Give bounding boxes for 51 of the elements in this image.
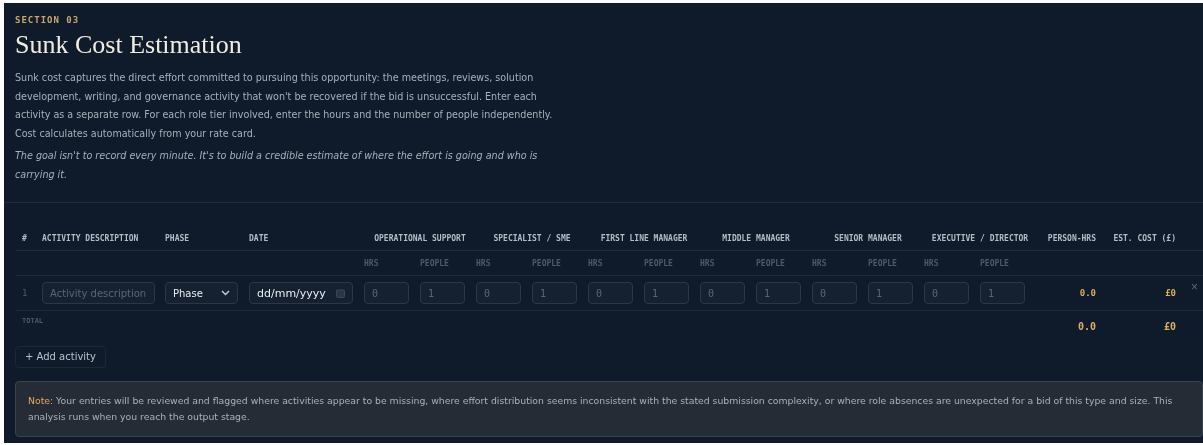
- column-header: PHASE: [165, 234, 191, 243]
- section-label: SECTION 03: [15, 15, 81, 25]
- subcolumn-header: PEOPLE: [420, 258, 450, 268]
- phase-dropdown[interactable]: Phase: [165, 282, 238, 304]
- add-activity-button[interactable]: + Add activity: [15, 345, 106, 368]
- subcolumn-header: HRS: [924, 258, 940, 268]
- column-header: PERSON-HRS: [1047, 234, 1096, 243]
- column-header: DATE: [249, 234, 270, 243]
- subcolumn-header: HRS: [700, 258, 716, 268]
- column-header: #: [21, 234, 28, 243]
- column-header: OPERATIONAL SUPPORT: [374, 234, 466, 243]
- section-title: Sunk Cost Estimation: [15, 30, 243, 60]
- subcolumn-header: PEOPLE: [644, 258, 674, 268]
- person-hours-value: 0.0: [1079, 288, 1096, 298]
- people-field[interactable]: 1: [868, 282, 913, 304]
- subcolumn-header: HRS: [812, 258, 828, 268]
- note-text: Note: Your entries will be reviewed and flagged where activities appear to be missing, where effort distribution seems inconsistent with the stated submission complexity, or where role absences are unexpected for a bid of this type and size. This analysis runs when you reach the output stage.: [15, 380, 1203, 437]
- hours-field[interactable]: 0: [588, 282, 633, 304]
- column-header: MIDDLE MANAGER: [722, 234, 790, 243]
- column-header: SPECIALIST / SME: [493, 234, 571, 243]
- column-header: FIRST LINE MANAGER: [600, 234, 688, 243]
- subcolumn-header: PEOPLE: [756, 258, 786, 268]
- total-person-hours: 0.0: [1077, 320, 1096, 332]
- row-number: 1: [21, 288, 29, 298]
- date-field[interactable]: dd/mm/yyyy: [249, 282, 353, 304]
- hours-field[interactable]: 0: [924, 282, 969, 304]
- chevron-down-icon: [221, 290, 230, 296]
- subcolumn-header: HRS: [476, 258, 492, 268]
- subcolumn-header: PEOPLE: [532, 258, 562, 268]
- people-field[interactable]: 1: [532, 282, 577, 304]
- subcolumn-header: PEOPLE: [868, 258, 898, 268]
- subcolumn-header: HRS: [364, 258, 380, 268]
- description-field[interactable]: Activity description: [42, 282, 155, 304]
- hours-field[interactable]: 0: [812, 282, 857, 304]
- people-field[interactable]: 1: [756, 282, 801, 304]
- emphasis-paragraph: The goal isn't to record every minute. It's to build a credible estimate of where the effort is going and who is carrying it.: [15, 149, 539, 182]
- column-header: EST. COST (£): [1113, 234, 1176, 243]
- people-field[interactable]: 1: [980, 282, 1025, 304]
- subcolumn-header: HRS: [588, 258, 604, 268]
- hours-field[interactable]: 0: [476, 282, 521, 304]
- hours-field[interactable]: 0: [364, 282, 409, 304]
- intro-paragraph: Sunk cost captures the direct effort committed to pursuing this opportunity: the meetings, reviews, solution development, writing, and governance activity that won't be recovered if the bid is unsuccessful. Enter each activity as a separate row. For each role tier involved, enter the hours and the number of people independently. Cost calculates automatically from your rate card.: [15, 71, 554, 141]
- total-cost: £0: [1163, 320, 1176, 332]
- column-header: EXECUTIVE / DIRECTOR: [931, 234, 1029, 243]
- people-field[interactable]: 1: [420, 282, 465, 304]
- subcolumn-header: PEOPLE: [980, 258, 1010, 268]
- people-field[interactable]: 1: [644, 282, 689, 304]
- column-header: SENIOR MANAGER: [834, 234, 902, 243]
- hours-field[interactable]: 0: [700, 282, 745, 304]
- column-header: ACTIVITY DESCRIPTION: [42, 234, 140, 243]
- cost-value: £0: [1165, 288, 1176, 298]
